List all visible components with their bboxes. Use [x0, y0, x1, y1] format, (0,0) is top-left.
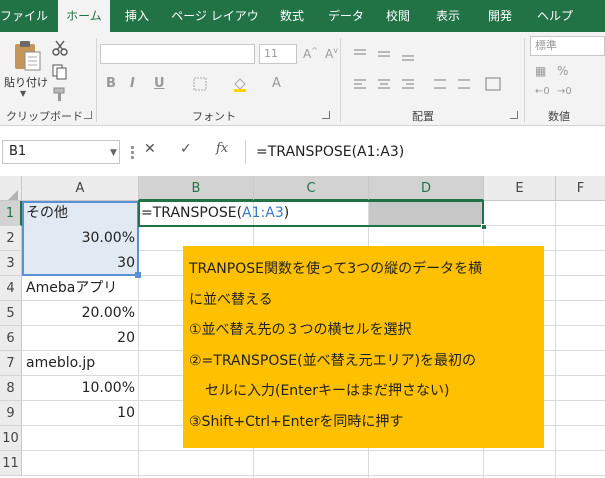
font-launcher-icon[interactable]	[322, 111, 330, 119]
row-header-10[interactable]: 10	[0, 426, 22, 451]
grid-line	[555, 201, 556, 478]
edit-formula-prefix: =TRANSPOSE(	[141, 205, 243, 221]
tab-home[interactable]: ホーム	[58, 0, 110, 33]
column-header-e[interactable]: E	[484, 176, 556, 201]
formula-input[interactable]: =TRANSPOSE(A1:A3)	[245, 140, 605, 164]
column-header-d[interactable]: D	[369, 176, 484, 201]
paste-icon[interactable]	[12, 40, 42, 72]
note-line: ③Shift+Ctrl+Enterを同時に押す	[189, 413, 404, 430]
edit-formula-ref: A1:A3	[242, 205, 284, 221]
row-header-6[interactable]: 6	[0, 326, 22, 351]
font-name-input[interactable]	[100, 44, 255, 64]
decrease-decimal-icon[interactable]: →0	[557, 86, 572, 97]
grid-line	[22, 475, 605, 476]
group-divider	[340, 38, 341, 122]
column-header-c[interactable]: C	[254, 176, 369, 201]
column-header-a[interactable]: A	[22, 176, 139, 201]
clipboard-launcher-icon[interactable]	[84, 111, 92, 119]
alignment-group-label: 配置	[412, 110, 434, 123]
row-header-11[interactable]: 11	[0, 451, 22, 476]
formula-bar-grip[interactable]	[131, 146, 134, 159]
tab-data[interactable]: データ	[322, 0, 370, 32]
cell-b1-editing[interactable]: =TRANSPOSE(A1:A3)	[141, 201, 289, 226]
note-line: ②=TRANSPOSE(並べ替え元エリア)を最初の	[189, 352, 477, 369]
row-header-2[interactable]: 2	[0, 226, 22, 251]
tab-formulas[interactable]: 数式	[272, 0, 312, 32]
decrease-font-icon[interactable]: Av	[325, 46, 338, 61]
font-size-input[interactable]: 11	[259, 44, 297, 64]
name-box[interactable]: B1	[2, 140, 120, 164]
column-header-b[interactable]: B	[139, 176, 254, 201]
copy-icon[interactable]	[52, 64, 68, 80]
fill-handle[interactable]	[481, 224, 487, 230]
group-divider	[524, 38, 525, 122]
cancel-icon[interactable]: ✕	[144, 141, 156, 157]
alignment-launcher-icon[interactable]	[510, 111, 518, 119]
format-painter-icon[interactable]	[52, 86, 68, 102]
alignment-buttons-icon[interactable]	[350, 46, 510, 98]
row-header-9[interactable]: 9	[0, 401, 22, 426]
number-format-select[interactable]: 標準	[530, 36, 605, 56]
font-color-icon[interactable]: A	[272, 76, 281, 91]
note-line: ①並べ替え先の３つの横セルを選択	[189, 322, 412, 338]
cut-icon[interactable]	[52, 40, 68, 56]
paste-button-label[interactable]: 貼り付け	[4, 74, 48, 90]
border-icon[interactable]	[192, 76, 208, 92]
note-line: TRANPOSE関数を使って3つの縦のデータを横	[189, 261, 483, 277]
cell-a9[interactable]: 10	[23, 401, 138, 426]
row-header-3[interactable]: 3	[0, 251, 22, 276]
tab-file[interactable]: ファイル	[0, 0, 48, 32]
tab-review[interactable]: 校閲	[378, 0, 418, 32]
cell-a6[interactable]: 20	[23, 326, 138, 351]
enter-check-icon[interactable]: ✓	[180, 141, 192, 157]
referenced-range-a1-a3	[22, 201, 139, 276]
row-header-7[interactable]: 7	[0, 351, 22, 376]
grid-line	[22, 450, 605, 451]
instruction-callout: TRANPOSE関数を使って3つの縦のデータを横 に並べ替える ①並べ替え先の３…	[183, 246, 544, 448]
note-line: に並べ替える	[189, 291, 273, 308]
range-resize-handle[interactable]	[135, 272, 141, 278]
number-group-label: 数値	[548, 110, 570, 123]
column-header-f[interactable]: F	[556, 176, 605, 201]
ribbon-home: 貼り付け ▼ クリップボード 11 A^ Av B I U A フォント 配置 …	[0, 32, 605, 126]
select-all-triangle-icon[interactable]	[8, 190, 18, 200]
ribbon-tab-bar: ファイル ホーム 挿入 ページ レイアウト 数式 データ 校閲 表示 開発 ヘル…	[0, 0, 605, 55]
increase-font-icon[interactable]: A^	[303, 46, 318, 61]
tab-help[interactable]: ヘルプ	[532, 0, 578, 32]
cell-a5[interactable]: 20.00%	[23, 301, 138, 326]
chevron-down-icon[interactable]: ▼	[110, 148, 117, 158]
row-header-5[interactable]: 5	[0, 301, 22, 326]
row-header-8[interactable]: 8	[0, 376, 22, 401]
note-line: セルに入力(Enterキーはまだ押さない)	[205, 383, 450, 399]
chevron-down-icon[interactable]: ▼	[20, 89, 26, 98]
fill-color-icon[interactable]	[232, 76, 248, 92]
percent-icon[interactable]: %	[557, 64, 568, 78]
insert-function-icon[interactable]: fx	[216, 141, 228, 156]
font-group-label: フォント	[192, 110, 236, 123]
edit-formula-suffix: )	[283, 205, 290, 221]
italic-button[interactable]: I	[130, 76, 135, 91]
tab-insert[interactable]: 挿入	[118, 0, 156, 32]
tab-view[interactable]: 表示	[428, 0, 468, 32]
underline-button[interactable]: U	[154, 76, 165, 91]
bold-button[interactable]: B	[106, 76, 116, 91]
tab-developer[interactable]: 開発	[480, 0, 520, 32]
cell-a7[interactable]: ameblo.jp	[23, 351, 138, 376]
cell-a8[interactable]: 10.00%	[23, 376, 138, 401]
currency-icon[interactable]: ▦	[535, 64, 546, 78]
clipboard-group-label: クリップボード	[6, 110, 83, 123]
row-header-1[interactable]: 1	[0, 201, 22, 226]
increase-decimal-icon[interactable]: ←0	[535, 86, 550, 97]
row-header-4[interactable]: 4	[0, 276, 22, 301]
cell-a4[interactable]: Amebaアプリ	[23, 276, 138, 301]
group-divider	[96, 38, 97, 122]
tab-page-layout[interactable]: ページ レイアウト	[166, 0, 264, 55]
